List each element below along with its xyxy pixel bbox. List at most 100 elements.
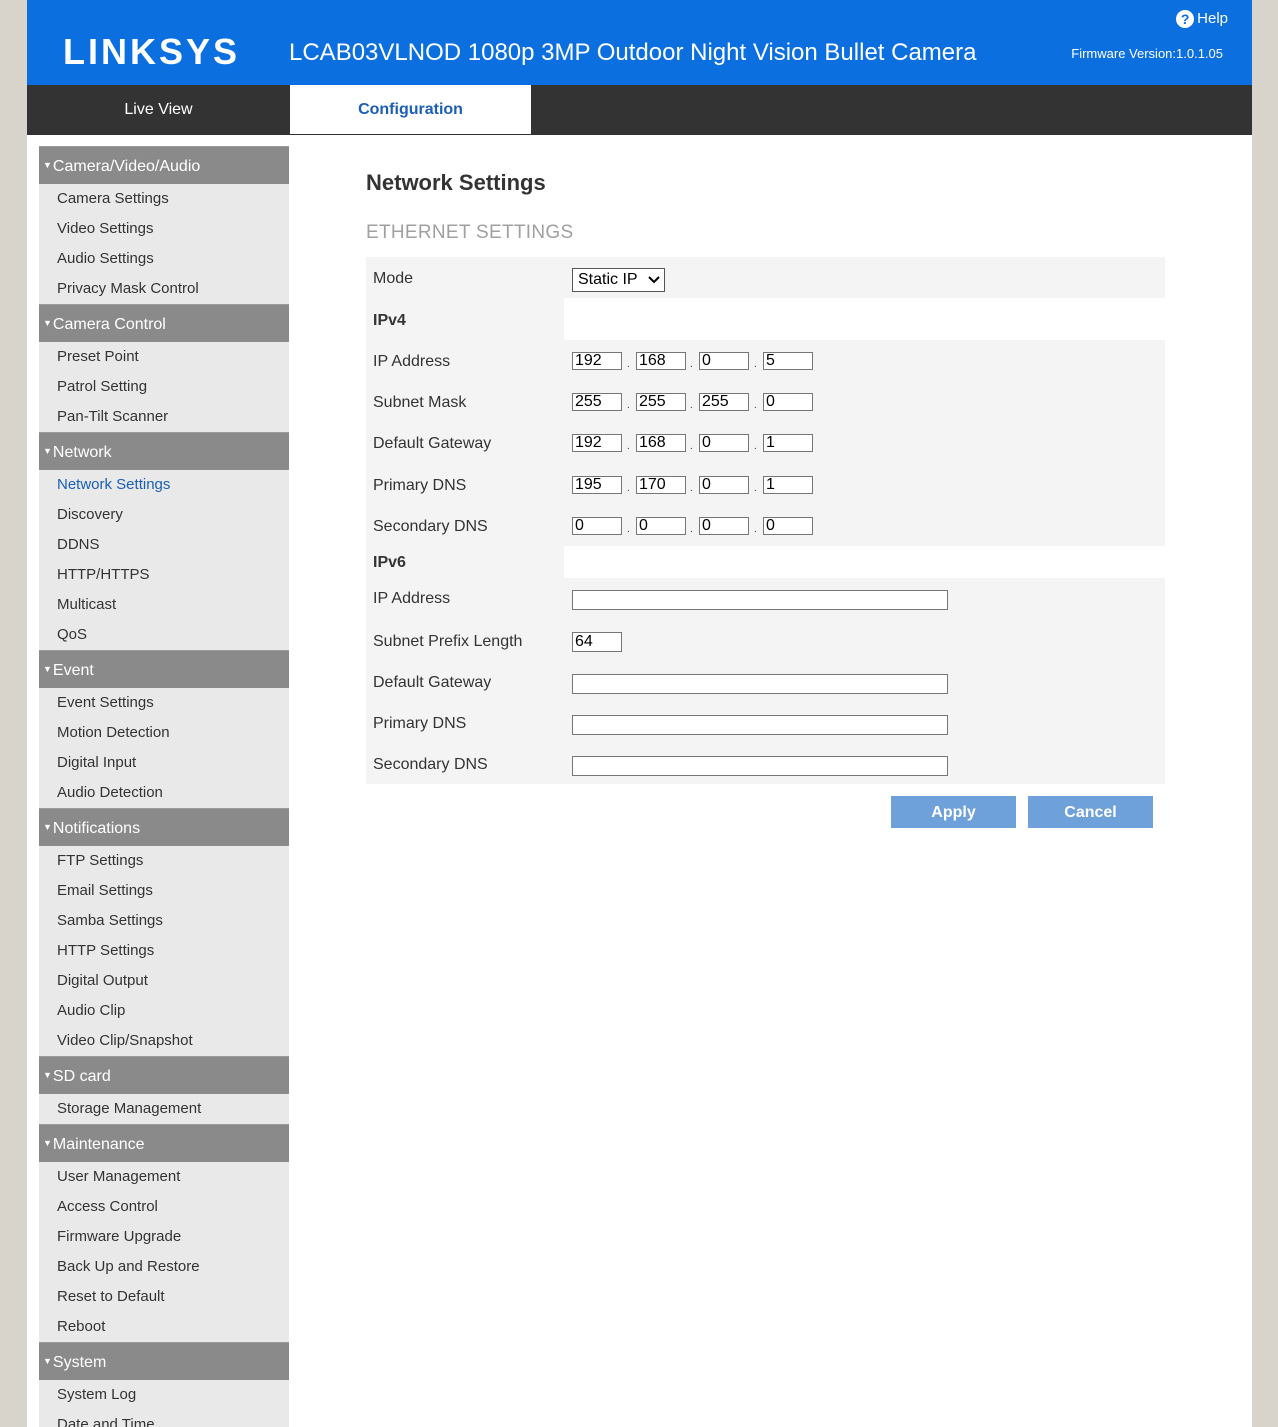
sidebar-section-notifications[interactable]: ▼Notifications [39,808,289,846]
ipv4-primary-dns-row: Primary DNS . . . [366,464,1165,505]
ipv6-ip-address-input[interactable] [572,590,948,610]
header: LINKSYS LCAB03VLNOD 1080p 3MP Outdoor Ni… [27,0,1252,85]
sidebar-section-label: SD card [52,1068,111,1085]
sidebar-section-label: Camera Control [52,316,166,333]
sidebar-item-patrol-setting[interactable]: Patrol Setting [39,372,289,402]
ipv4-ip-octet-1[interactable] [572,352,622,370]
ipv4-mask-octet-4[interactable] [763,393,813,411]
ipv6-secondary-dns-input[interactable] [572,756,948,776]
help-link[interactable]: ? Help [1176,9,1228,29]
cancel-button[interactable]: Cancel [1028,796,1153,828]
triangle-down-icon: ▼ [43,822,52,832]
ipv4-gateway-octet-4[interactable] [763,434,813,452]
sidebar-item-back-up-and-restore[interactable]: Back Up and Restore [39,1252,289,1282]
sidebar-section-system[interactable]: ▼System [39,1342,289,1380]
ipv4-pdns-octet-4[interactable] [763,476,813,494]
sidebar-item-motion-detection[interactable]: Motion Detection [39,718,289,748]
sidebar-item-camera-settings[interactable]: Camera Settings [39,184,289,214]
sidebar-item-storage-management[interactable]: Storage Management [39,1094,289,1124]
sidebar-item-preset-point[interactable]: Preset Point [39,342,289,372]
mode-select[interactable]: Static IP [572,268,665,292]
ipv4-gateway-octet-1[interactable] [572,434,622,452]
ipv6-prefix-input[interactable] [572,632,622,652]
sidebar-item-http-settings[interactable]: HTTP Settings [39,936,289,966]
sidebar-item-system-log[interactable]: System Log [39,1380,289,1410]
ipv6-ip-address-row: IP Address [366,578,1165,620]
ipv6-ip-address-label: IP Address [373,590,451,607]
sidebar-section-sd-card[interactable]: ▼SD card [39,1056,289,1094]
ipv4-default-gateway-row: Default Gateway . . . [366,422,1165,464]
sidebar-item-audio-settings[interactable]: Audio Settings [39,244,289,274]
ipv4-default-gateway-label: Default Gateway [373,435,492,452]
firmware-version: Firmware Version:1.0.1.05 [1071,46,1223,61]
ipv4-pdns-octet-1[interactable] [572,476,622,494]
ipv6-default-gateway-row: Default Gateway [366,661,1165,702]
apply-button[interactable]: Apply [891,796,1016,828]
sidebar-item-digital-input[interactable]: Digital Input [39,748,289,778]
ipv4-ip-octet-4[interactable] [763,352,813,370]
ipv6-primary-dns-input[interactable] [572,715,948,735]
ipv4-ip-octet-2[interactable] [636,352,686,370]
ipv4-pdns-octet-3[interactable] [699,476,749,494]
sidebar-item-audio-detection[interactable]: Audio Detection [39,778,289,808]
sidebar-section-camera-video-audio[interactable]: ▼Camera/Video/Audio [39,146,289,184]
sidebar-item-reboot[interactable]: Reboot [39,1312,289,1342]
sidebar-item-access-control[interactable]: Access Control [39,1192,289,1222]
sidebar-item-date-and-time[interactable]: Date and Time [39,1410,289,1427]
sidebar-item-ftp-settings[interactable]: FTP Settings [39,846,289,876]
triangle-down-icon: ▼ [43,1138,52,1148]
ipv4-sdns-octet-1[interactable] [572,517,622,535]
sidebar-section-network[interactable]: ▼Network [39,432,289,470]
sidebar-section-camera-control[interactable]: ▼Camera Control [39,304,289,342]
ipv4-mask-octet-3[interactable] [699,393,749,411]
ipv4-sdns-octet-2[interactable] [636,517,686,535]
ipv4-pdns-octet-2[interactable] [636,476,686,494]
sidebar-item-video-settings[interactable]: Video Settings [39,214,289,244]
sidebar-item-samba-settings[interactable]: Samba Settings [39,906,289,936]
sidebar-item-multicast[interactable]: Multicast [39,590,289,620]
ipv4-gateway-octet-2[interactable] [636,434,686,452]
sidebar-item-privacy-mask-control[interactable]: Privacy Mask Control [39,274,289,304]
sidebar-section-maintenance[interactable]: ▼Maintenance [39,1124,289,1162]
ipv4-ip-address-row: IP Address . . . [366,340,1165,381]
sidebar-item-qos[interactable]: QoS [39,620,289,650]
tab-configuration[interactable]: Configuration [290,85,531,134]
ipv4-mask-octet-2[interactable] [636,393,686,411]
ipv4-ip-octet-3[interactable] [699,352,749,370]
sidebar-section-items: System Log Date and Time [39,1380,289,1427]
sidebar-item-user-management[interactable]: User Management [39,1162,289,1192]
ipv4-gateway-octet-3[interactable] [699,434,749,452]
triangle-down-icon: ▼ [43,318,52,328]
sidebar-item-http-https[interactable]: HTTP/HTTPS [39,560,289,590]
tab-live-view[interactable]: Live View [27,85,290,135]
sidebar-item-digital-output[interactable]: Digital Output [39,966,289,996]
sidebar-item-firmware-upgrade[interactable]: Firmware Upgrade [39,1222,289,1252]
sidebar-item-network-settings[interactable]: Network Settings [39,470,289,500]
sidebar-section-items: FTP Settings Email Settings Samba Settings… [39,846,289,1056]
sidebar-item-audio-clip[interactable]: Audio Clip [39,996,289,1026]
sidebar-item-email-settings[interactable]: Email Settings [39,876,289,906]
sidebar-section-label: Notifications [52,820,141,837]
sidebar-section-label: Event [52,662,94,679]
ipv4-sdns-octet-3[interactable] [699,517,749,535]
sidebar-item-pan-tilt-scanner[interactable]: Pan-Tilt Scanner [39,402,289,432]
ipv4-mask-octet-1[interactable] [572,393,622,411]
sidebar-item-discovery[interactable]: Discovery [39,500,289,530]
sidebar-item-ddns[interactable]: DDNS [39,530,289,560]
ipv6-primary-dns-label: Primary DNS [373,715,467,732]
sidebar-section-label: System [52,1354,107,1371]
ipv4-sdns-octet-4[interactable] [763,517,813,535]
sidebar-section-items: Network Settings Discovery DDNS HTTP/HTTPS M… [39,470,289,650]
linksys-logo: LINKSYS [63,31,241,72]
sidebar-item-event-settings[interactable]: Event Settings [39,688,289,718]
sidebar-section-label: Camera/Video/Audio [52,158,201,175]
sidebar-item-reset-to-default[interactable]: Reset to Default [39,1282,289,1312]
sidebar-section-event[interactable]: ▼Event [39,650,289,688]
ipv6-default-gateway-input[interactable] [572,674,948,694]
mode-row: Mode Static IP [366,257,1165,298]
help-icon: ? [1176,10,1195,28]
ipv6-secondary-dns-label: Secondary DNS [373,756,488,773]
sidebar-item-video-clip-snapshot[interactable]: Video Clip/Snapshot [39,1026,289,1056]
ipv4-section-row: IPv4 [366,298,1165,340]
ipv4-label: IPv4 [373,312,406,329]
